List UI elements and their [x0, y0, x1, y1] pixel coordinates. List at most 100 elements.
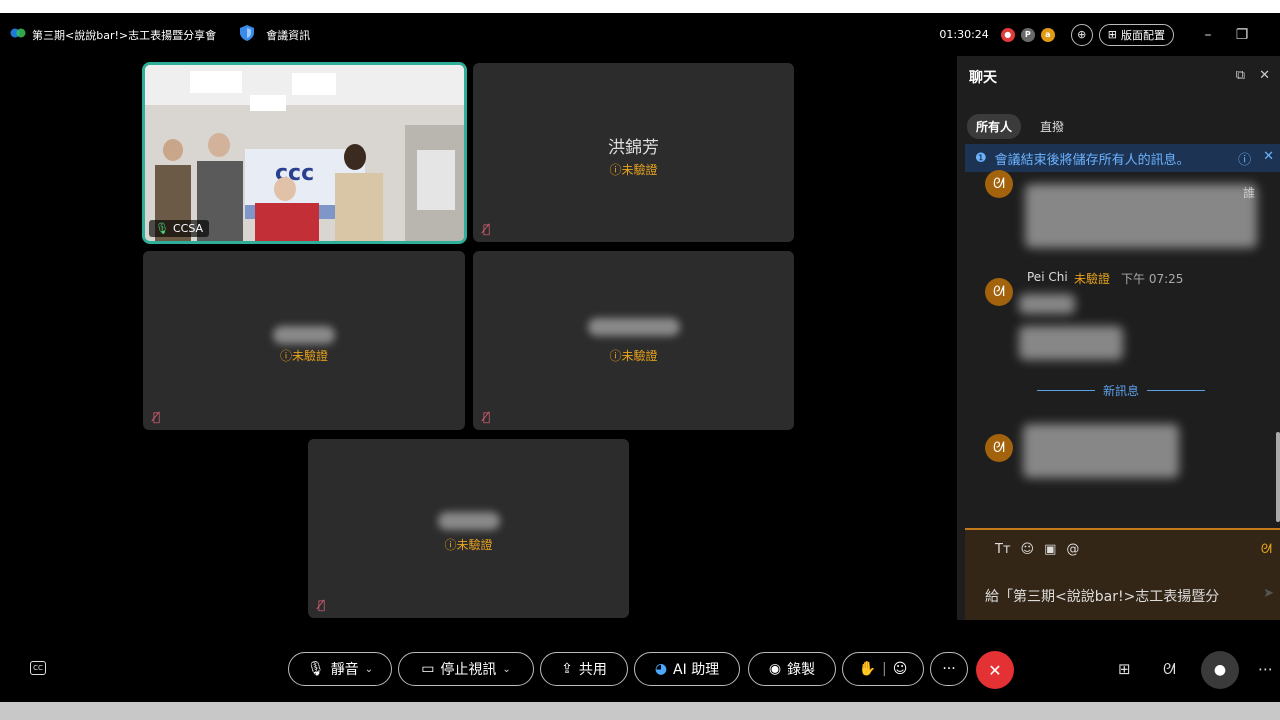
- close-icon: ✕: [988, 660, 1002, 680]
- blurred-name: [587, 318, 680, 336]
- chevron-down-icon[interactable]: ⌄: [365, 664, 373, 675]
- blurred-message: [1025, 184, 1257, 248]
- sender-status: 未驗證: [1074, 272, 1111, 286]
- mute-label: 靜音: [330, 662, 359, 678]
- emoji-icon[interactable]: ☺: [1021, 542, 1035, 557]
- mention-at-icon[interactable]: @: [1066, 542, 1079, 557]
- stop-video-label: 停止視訊: [440, 662, 497, 678]
- avatar: ᘛ: [985, 278, 1013, 306]
- muted-mic-icon: 🎙̸: [318, 598, 326, 612]
- chat-input[interactable]: 給「第三期<說說bar!>志工表揚暨分: [985, 586, 1219, 606]
- info-circle-icon: ⓘ: [609, 163, 622, 177]
- mute-button[interactable]: 🎙 靜音 ⌄: [288, 652, 392, 686]
- closed-captions-icon[interactable]: CC: [30, 661, 46, 675]
- more-icon[interactable]: ⋯: [1258, 660, 1273, 678]
- new-messages-divider: 新訊息: [1037, 382, 1206, 399]
- ai-assistant-button[interactable]: ◕ AI 助理: [634, 652, 740, 686]
- close-icon[interactable]: ✕: [1259, 68, 1270, 83]
- popout-icon[interactable]: ⧉: [1236, 68, 1245, 83]
- ai-indicator-icon[interactable]: a: [1040, 27, 1055, 42]
- gif-icon[interactable]: ▣: [1044, 542, 1056, 557]
- info-circle-icon: ⓘ: [279, 349, 292, 363]
- participants-icon[interactable]: ᘛ: [1163, 660, 1176, 678]
- control-bar: CC 🎙 靜音 ⌄ ▭ 停止視訊 ⌄ ⇪ 共用 ◕ AI 助理 ◉ 錄製 ✋ |…: [0, 634, 1280, 702]
- emoji-reaction-icon[interactable]: ☺: [893, 661, 908, 677]
- dismiss-banner-icon[interactable]: ✕: [1263, 149, 1274, 168]
- ai-icon: ◕: [654, 661, 668, 677]
- ai-label: AI 助理: [673, 662, 720, 678]
- minimize-icon[interactable]: –: [1194, 27, 1222, 43]
- muted-mic-icon: 🎙̸: [153, 410, 161, 424]
- video-feed: ccc: [145, 65, 464, 241]
- restore-icon[interactable]: ❐: [1228, 27, 1256, 43]
- meeting-timer: 01:30:24: [939, 28, 989, 41]
- blurred-name: [437, 512, 500, 530]
- chat-tabs: 所有人 直撥: [967, 114, 1073, 139]
- raise-hand-icon[interactable]: ✋: [859, 661, 876, 677]
- truncated-text: 誰: [1243, 186, 1256, 200]
- participant-tile-3[interactable]: ⓘ未驗證 🎙̸: [143, 251, 465, 430]
- chat-toggle-button[interactable]: ●: [1201, 651, 1239, 689]
- avatar: ᘛ: [985, 170, 1013, 198]
- participant-tile-5[interactable]: ⓘ未驗證 🎙̸: [308, 439, 629, 618]
- unverified-status: ⓘ未驗證: [444, 538, 493, 552]
- taskbar: [0, 702, 1280, 720]
- muted-mic-icon: 🎙̸: [483, 222, 491, 236]
- blurred-message: [1019, 294, 1075, 314]
- participant-label: 🎙 CCSA: [149, 220, 210, 237]
- info-circle-icon: ⓘ: [444, 538, 457, 552]
- record-button[interactable]: ◉ 錄製: [748, 652, 836, 686]
- more-options-button[interactable]: ···: [930, 652, 968, 686]
- share-icon: ⇪: [561, 661, 573, 677]
- blurred-message: [1019, 326, 1123, 360]
- share-button[interactable]: ⇪ 共用: [540, 652, 628, 686]
- microphone-icon: 🎙: [155, 222, 169, 235]
- shield-icon[interactable]: [240, 25, 255, 44]
- stop-video-button[interactable]: ▭ 停止視訊 ⌄: [398, 652, 534, 686]
- chat-bubble-icon: ●: [1213, 662, 1227, 678]
- participant-tile-2[interactable]: 洪錦芳 ⓘ未驗證 🎙̸: [473, 63, 794, 242]
- blurred-name: [273, 326, 335, 344]
- camera-icon: ▭: [421, 661, 435, 677]
- text-format-icon[interactable]: Tт: [995, 542, 1011, 557]
- window-top-strip: [0, 0, 1280, 13]
- info-icon: ❶: [975, 150, 987, 166]
- webex-logo-icon: [10, 27, 26, 42]
- reactions-button[interactable]: ✋ | ☺: [842, 652, 924, 686]
- message-time: 下午 07:25: [1121, 272, 1184, 286]
- new-messages-label: 新訊息: [1103, 384, 1140, 398]
- participant-tile-4[interactable]: ⓘ未驗證 🎙̸: [473, 251, 794, 430]
- sender-name: Pei Chi: [1027, 270, 1068, 284]
- unverified-status: ⓘ未驗證: [609, 349, 658, 363]
- privacy-indicator-icon[interactable]: P: [1020, 27, 1035, 42]
- banner-text: 會議結束後將儲存所有人的訊息。: [994, 152, 1190, 168]
- layout-label: 版面配置: [1121, 28, 1165, 42]
- chat-scrollbar[interactable]: [1276, 432, 1280, 522]
- send-icon[interactable]: ➤: [1263, 586, 1274, 601]
- participant-name: 洪錦芳: [608, 138, 659, 158]
- blurred-message: [1023, 424, 1179, 478]
- chat-title: 聊天: [969, 70, 997, 86]
- share-label: 共用: [578, 662, 607, 678]
- tab-everyone[interactable]: 所有人: [967, 114, 1022, 139]
- recording-indicator-icon[interactable]: ●: [1000, 27, 1015, 42]
- chevron-down-icon[interactable]: ⌄: [502, 664, 510, 675]
- unverified-status: ⓘ未驗證: [609, 163, 658, 177]
- tab-direct[interactable]: 直撥: [1031, 114, 1073, 139]
- participant-name: CCSA: [172, 222, 204, 235]
- record-label: 錄製: [787, 662, 816, 678]
- private-chat-icon[interactable]: ᘛ: [1261, 542, 1272, 557]
- help-icon[interactable]: ⓘ: [1238, 149, 1251, 168]
- end-meeting-button[interactable]: ✕: [976, 651, 1014, 689]
- layout-button[interactable]: ⊞ 版面配置: [1098, 23, 1174, 46]
- chat-header: 聊天 ⧉ ✕: [957, 56, 1280, 98]
- chat-panel: 聊天 ⧉ ✕ 所有人 直撥 ❶ 會議結束後將儲存所有人的訊息。 ⓘ ✕ ᘛ 誰 …: [957, 56, 1280, 620]
- chat-compose: Tт ☺ ▣ @ ᘛ 給「第三期<說說bar!>志工表揚暨分 ➤: [965, 528, 1280, 620]
- apps-icon[interactable]: ⊞: [1118, 660, 1131, 678]
- record-icon: ◉: [768, 661, 782, 677]
- meeting-title: 第三期<說說bar!>志工表揚暨分享會: [32, 28, 217, 42]
- video-tile-ccsa[interactable]: ccc 🎙 CCSA: [142, 62, 467, 244]
- muted-mic-icon: 🎙̸: [483, 410, 491, 424]
- zoom-icon[interactable]: ⊕: [1070, 23, 1093, 46]
- meeting-info-link[interactable]: 會議資訊: [266, 27, 310, 43]
